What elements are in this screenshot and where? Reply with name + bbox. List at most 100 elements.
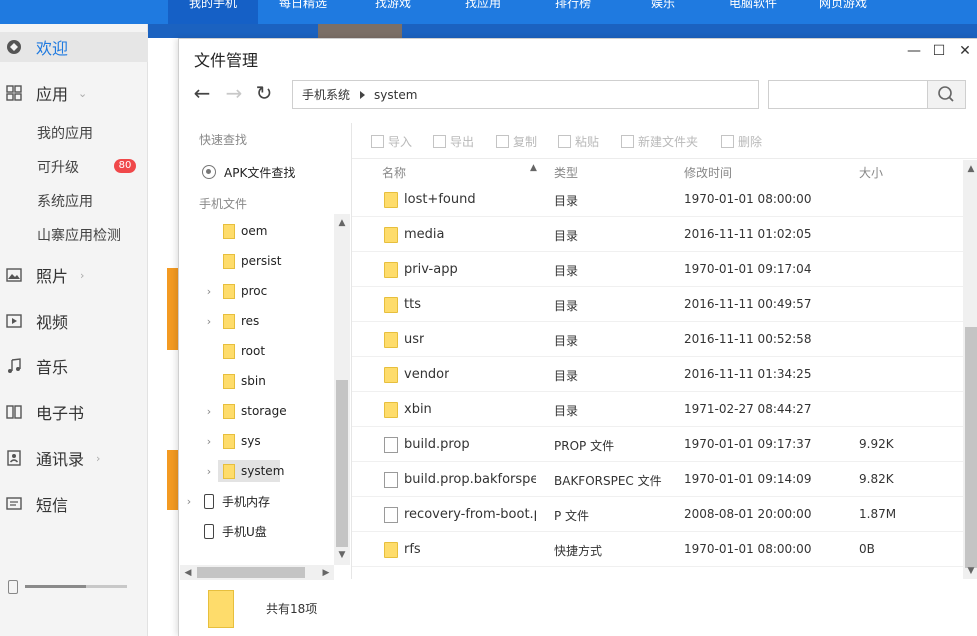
tab-find-games[interactable]: 找游戏 [348, 0, 438, 24]
tree-item-internal-storage[interactable]: › 手机内存 [184, 490, 324, 512]
column-header-modified[interactable]: 修改时间 [684, 164, 732, 181]
back-button[interactable]: ← [191, 83, 213, 105]
tree-item-storage[interactable]: › storage [200, 400, 330, 422]
import-button[interactable]: 导入 [371, 133, 412, 149]
apk-file-finder[interactable]: APK文件查找 [200, 161, 320, 183]
tab-pc-software[interactable]: 电脑软件 [708, 0, 798, 24]
chevron-right-icon[interactable]: › [204, 285, 214, 298]
file-size: 0B [859, 542, 875, 556]
copy-button[interactable]: 复制 [496, 133, 537, 149]
video-icon [6, 314, 22, 328]
sidebar-item-label: 短信 [36, 496, 69, 515]
scrollbar-thumb[interactable] [197, 567, 305, 578]
table-row[interactable]: xbin 目录 1971-02-27 08:44:27 [352, 392, 963, 427]
upgrade-count-badge: 80 [114, 159, 136, 173]
tree-item-usb-disk[interactable]: 手机U盘 [184, 520, 324, 542]
usb-drive-icon [204, 523, 214, 539]
scrollbar-thumb[interactable] [965, 327, 977, 568]
table-row[interactable]: priv-app 目录 1970-01-01 09:17:04 [352, 252, 963, 287]
sidebar-item-music[interactable]: 音乐 [0, 351, 148, 381]
sidebar-subitem-upgradable[interactable]: 可升级 [37, 157, 79, 177]
file-type: PROP 文件 [554, 439, 615, 453]
table-row[interactable]: usr 目录 2016-11-11 00:52:58 [352, 322, 963, 357]
paste-button[interactable]: 粘贴 [558, 133, 599, 149]
table-row[interactable]: rfs 快捷方式 1970-01-01 08:00:00 0B [352, 532, 963, 567]
sidebar-subitem-system-apps[interactable]: 系统应用 [37, 191, 93, 211]
search-button[interactable] [927, 80, 966, 109]
table-row[interactable]: tts 目录 2016-11-11 00:49:57 [352, 287, 963, 322]
table-row[interactable]: recovery-from-boot.p P 文件 2008-08-01 20:00… [352, 497, 963, 532]
breadcrumb-item[interactable]: system [374, 88, 417, 102]
sidebar-item-photos[interactable]: 照片 › [0, 260, 148, 290]
close-button[interactable]: ✕ [957, 43, 973, 59]
maximize-button[interactable]: ☐ [931, 43, 947, 59]
scroll-down-arrow[interactable]: ▼ [965, 565, 977, 577]
tab-entertainment[interactable]: 娱乐 [618, 0, 708, 24]
chevron-right-icon[interactable]: › [204, 465, 214, 478]
top-nav-bar: 我的手机 每日精选 找游戏 找应用 排行榜 娱乐 电脑软件 网页游戏 [0, 0, 977, 24]
tree-label: oem [241, 224, 268, 238]
table-row[interactable]: vendor 目录 2016-11-11 01:34:25 [352, 357, 963, 392]
file-name: build.prop [404, 437, 470, 452]
tree-item-proc[interactable]: › proc [200, 280, 330, 302]
breadcrumb[interactable]: 手机系统 system [292, 80, 759, 109]
scroll-up-arrow[interactable]: ▲ [965, 163, 977, 175]
column-header-name[interactable]: 名称 [382, 164, 406, 181]
tree-item-oem[interactable]: oem [200, 220, 330, 242]
column-header-type[interactable]: 类型 [554, 164, 578, 181]
tree-item-root[interactable]: root [200, 340, 330, 362]
sidebar-item-videos[interactable]: 视频 [0, 306, 148, 336]
file-name: xbin [404, 402, 432, 417]
search-input[interactable] [768, 80, 928, 109]
delete-button[interactable]: 删除 [721, 133, 762, 149]
folder-icon [223, 433, 235, 449]
scrollbar-thumb[interactable] [336, 380, 348, 547]
sidebar-item-welcome[interactable]: 欢迎 [0, 32, 148, 62]
tab-rankings[interactable]: 排行榜 [528, 0, 618, 24]
forward-button[interactable]: → [223, 83, 245, 105]
sidebar-item-apps[interactable]: 应用 ⌄ [0, 78, 148, 108]
table-row[interactable]: build.prop PROP 文件 1970-01-01 09:17:37 9.92… [352, 427, 963, 462]
sidebar-item-sms[interactable]: 短信 [0, 489, 148, 519]
tab-web-games[interactable]: 网页游戏 [798, 0, 888, 24]
folder-icon [208, 590, 234, 628]
sidebar-item-contacts[interactable]: 通讯录 › [0, 443, 148, 473]
tree-vertical-scrollbar[interactable]: ▲ ▼ [334, 214, 350, 565]
chevron-right-icon[interactable]: › [204, 435, 214, 448]
tab-find-apps[interactable]: 找应用 [438, 0, 528, 24]
column-header-size[interactable]: 大小 [859, 164, 883, 181]
file-type: 快捷方式 [554, 544, 603, 558]
export-button[interactable]: 导出 [433, 133, 474, 149]
sidebar-subitem-fake-app-check[interactable]: 山寨应用检测 [37, 225, 121, 245]
scroll-right-arrow[interactable]: ▶ [320, 567, 332, 579]
tree-horizontal-scrollbar[interactable]: ◀ ▶ [180, 565, 334, 580]
file-icon [384, 507, 398, 523]
chevron-right-icon[interactable]: › [204, 315, 214, 328]
scroll-down-arrow[interactable]: ▼ [336, 549, 348, 561]
chevron-right-icon[interactable]: › [184, 495, 194, 508]
tree-label: sys [241, 434, 261, 448]
table-row[interactable]: lost+found 目录 1970-01-01 08:00:00 [352, 182, 963, 217]
new-folder-button[interactable]: 新建文件夹 [621, 133, 698, 149]
minimize-button[interactable]: — [906, 43, 922, 59]
tree-item-system[interactable]: › system [200, 460, 330, 482]
file-type: 目录 [554, 229, 579, 243]
tab-daily-picks[interactable]: 每日精选 [258, 0, 348, 24]
file-name: recovery-from-boot.p [404, 507, 536, 522]
table-row[interactable]: media 目录 2016-11-11 01:02:05 [352, 217, 963, 252]
tab-my-phone[interactable]: 我的手机 [168, 0, 258, 24]
sidebar-item-ebooks[interactable]: 电子书 [0, 397, 148, 427]
tree-item-res[interactable]: › res [200, 310, 330, 332]
grid-icon [6, 85, 22, 101]
tree-item-sbin[interactable]: sbin [200, 370, 330, 392]
sidebar-subitem-my-apps[interactable]: 我的应用 [37, 123, 93, 143]
table-row[interactable]: build.prop.bakforspec BAKFORSPEC 文件 1970-0… [352, 462, 963, 497]
tree-item-persist[interactable]: persist [200, 250, 330, 272]
scroll-up-arrow[interactable]: ▲ [336, 217, 348, 229]
scroll-left-arrow[interactable]: ◀ [182, 567, 194, 579]
tree-item-sys[interactable]: › sys [200, 430, 330, 452]
refresh-button[interactable]: ↻ [253, 83, 275, 105]
file-list-vertical-scrollbar[interactable]: ▲ ▼ [963, 160, 977, 579]
chevron-right-icon[interactable]: › [204, 405, 214, 418]
breadcrumb-item[interactable]: 手机系统 [302, 86, 350, 103]
